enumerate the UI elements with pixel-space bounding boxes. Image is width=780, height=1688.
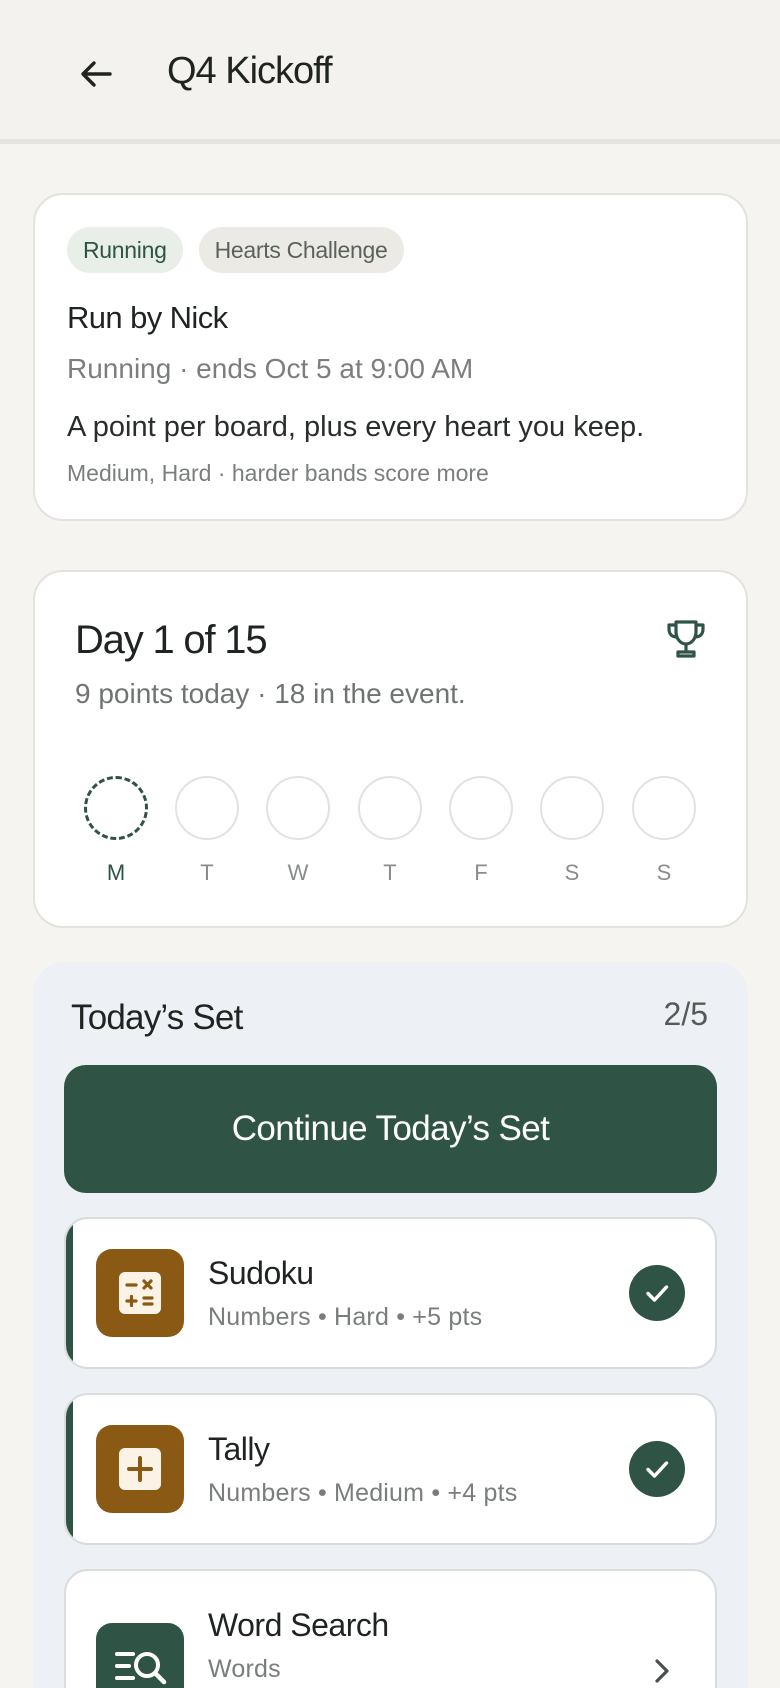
- day-letter: T: [200, 860, 214, 885]
- back-button[interactable]: [66, 44, 126, 104]
- top-bar: Q4 Kickoff: [0, 0, 780, 144]
- day-letter: S: [656, 860, 672, 885]
- page-title: Q4 Kickoff: [167, 50, 333, 92]
- word-search-icon: [96, 1623, 184, 1688]
- day-circle: [266, 776, 330, 840]
- set-progress-count: 2/5: [663, 996, 708, 1032]
- plus-icon: [96, 1425, 184, 1513]
- day-thursday[interactable]: T: [358, 776, 422, 886]
- event-description: A point per board, plus every heart you …: [67, 411, 645, 443]
- day-circle: [358, 776, 422, 840]
- event-status-line: Running · ends Oct 5 at 9:00 AM: [67, 353, 474, 384]
- game-name: Tally: [208, 1431, 270, 1467]
- game-name: Sudoku: [208, 1255, 314, 1291]
- app: Q4 Kickoff Running Hearts Challenge Run …: [0, 0, 780, 1688]
- event-type-chip: Hearts Challenge: [198, 227, 404, 273]
- day-title: Day 1 of 15: [75, 618, 268, 662]
- day-friday[interactable]: F: [449, 776, 513, 886]
- day-circle: [540, 776, 604, 840]
- event-info-card: Running Hearts Challenge Run by Nick Run…: [33, 193, 748, 521]
- day-letter: F: [474, 860, 488, 885]
- day-tuesday[interactable]: T: [175, 776, 239, 886]
- game-card-tally[interactable]: Tally Numbers • Medium • +4 pts: [64, 1393, 717, 1545]
- todays-set-panel: Today’s Set 2/5 Continue Today’s Set Sud…: [33, 962, 748, 1688]
- run-by-label: Run by Nick: [67, 300, 228, 335]
- trophy-icon[interactable]: [663, 616, 709, 662]
- day-progress-card: Day 1 of 15 9 points today · 18 in the e…: [33, 570, 748, 928]
- game-card-sudoku[interactable]: Sudoku Numbers • Hard • +5 pts: [64, 1217, 717, 1369]
- continue-set-button[interactable]: Continue Today’s Set: [64, 1065, 717, 1193]
- game-meta: Numbers • Medium • +4 pts: [208, 1479, 518, 1507]
- event-note: Medium, Hard · harder bands score more: [67, 460, 489, 486]
- day-letter: S: [564, 860, 580, 885]
- day-letter: M: [106, 860, 126, 885]
- set-title: Today’s Set: [71, 998, 243, 1037]
- check-icon: [629, 1441, 685, 1497]
- check-icon: [629, 1265, 685, 1321]
- day-circle: [175, 776, 239, 840]
- day-monday[interactable]: M: [84, 776, 148, 886]
- day-wednesday[interactable]: W: [266, 776, 330, 886]
- game-meta: Words: [208, 1655, 281, 1683]
- chevron-right-icon: [655, 1659, 669, 1683]
- day-circle: [632, 776, 696, 840]
- day-circle: [449, 776, 513, 840]
- game-name: Word Search: [208, 1607, 389, 1643]
- day-sunday[interactable]: S: [632, 776, 696, 886]
- status-chip: Running: [67, 227, 183, 273]
- game-card-word-search[interactable]: Word Search Words: [64, 1569, 717, 1688]
- day-circle-today: [84, 776, 148, 840]
- arrow-left-icon: [81, 61, 112, 87]
- day-letter: W: [287, 860, 309, 885]
- points-summary: 9 points today · 18 in the event.: [75, 678, 466, 709]
- sudoku-icon: [96, 1249, 184, 1337]
- chip-row: Running Hearts Challenge: [67, 227, 404, 273]
- day-letter: T: [383, 860, 397, 885]
- day-saturday[interactable]: S: [540, 776, 604, 886]
- game-meta: Numbers • Hard • +5 pts: [208, 1303, 483, 1331]
